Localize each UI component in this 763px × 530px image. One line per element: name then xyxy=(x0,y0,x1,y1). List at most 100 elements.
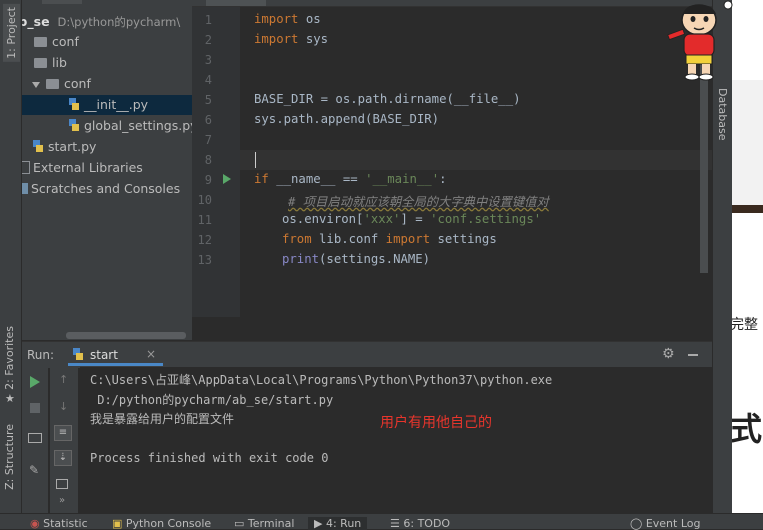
scroll-to-end-icon[interactable]: ⇣ xyxy=(54,450,72,466)
run-toolbar-secondary: ↑ ↓ ≡ ⇣ » xyxy=(50,367,78,513)
cartoon-character-icon xyxy=(667,0,733,81)
root-name: ab_se xyxy=(22,14,50,29)
python-file-icon xyxy=(73,348,83,360)
text-cursor xyxy=(255,152,256,168)
line-number: 12 xyxy=(197,233,212,247)
code-line-5: BASE_DIR = os.path.dirname(__file__) xyxy=(254,92,521,106)
line-number: 4 xyxy=(204,73,212,87)
console-line: C:\Users\占亚峰\AppData\Local\Programs\Pyth… xyxy=(90,373,553,387)
structure-tool-tab[interactable]: Z: Structure xyxy=(3,424,16,490)
horizontal-scrollbar[interactable] xyxy=(66,332,186,339)
chevron-down-icon xyxy=(32,81,40,88)
line-number: 1 xyxy=(204,13,212,27)
close-icon[interactable]: × xyxy=(146,347,156,361)
run-tab-label: 4: Run xyxy=(325,517,362,530)
todo-tab[interactable]: ☰ 6: TODO xyxy=(390,517,450,530)
page-banner xyxy=(732,80,763,210)
line-number: 13 xyxy=(197,253,212,267)
scratch-icon xyxy=(22,183,28,194)
down-arrow-icon[interactable]: ↓ xyxy=(59,400,68,413)
code-line-13: print(settings.NAME) xyxy=(282,252,431,266)
page-heading-fragment: 式 xyxy=(732,410,763,448)
current-line-highlight xyxy=(240,150,712,170)
pin-icon[interactable]: ✎ xyxy=(29,463,39,477)
tree-item-lib[interactable]: lib xyxy=(34,53,192,73)
console-line: 我是暴露给用户的配置文件 xyxy=(90,412,235,426)
line-number: 11 xyxy=(197,213,212,227)
run-label: Run: xyxy=(27,348,55,362)
tab-global-settings-py[interactable] xyxy=(510,0,640,6)
tree-root[interactable]: ab_se D:\python的pycharm\ xyxy=(22,12,180,32)
code-line-10: # 项目启动就应该朝全局的大字典中设置键值对 xyxy=(288,195,549,209)
tree-item-label: External Libraries xyxy=(33,160,143,175)
python-console-tab[interactable]: ▣ Python Console xyxy=(112,517,211,530)
python-file-icon xyxy=(69,98,79,110)
run-gutter-icon[interactable] xyxy=(223,174,231,184)
run-tab-start[interactable]: start × xyxy=(68,344,163,366)
cartoon-sticker xyxy=(666,0,736,84)
tree-item-label: global_settings.py xyxy=(84,118,192,133)
tab-start-py[interactable] xyxy=(206,0,266,6)
code-editor[interactable]: import os import sys BASE_DIR = os.path.… xyxy=(240,7,712,317)
tree-item-init-py[interactable]: __init__.py xyxy=(22,95,192,115)
project-panel: ab_se D:\python的pycharm\ conf lib conf _… xyxy=(22,0,192,340)
line-number: 7 xyxy=(204,133,212,147)
background-webpage: 完整 式 xyxy=(732,0,763,528)
gear-icon[interactable]: ⚙ xyxy=(662,346,675,362)
tree-item-external-libraries[interactable]: External Libraries xyxy=(22,158,190,178)
terminal-tab[interactable]: ▭ Terminal xyxy=(234,517,294,530)
library-icon xyxy=(22,161,30,174)
python-file-icon xyxy=(33,140,43,152)
event-log-label: Event Log xyxy=(645,517,701,530)
tree-item-start-py[interactable]: start.py xyxy=(32,137,192,157)
soft-wrap-icon[interactable]: ≡ xyxy=(54,425,72,441)
folder-icon xyxy=(46,78,59,89)
run-tab[interactable]: ▶ 4: Run xyxy=(308,517,368,530)
editor-tabs-strip xyxy=(192,0,712,7)
tree-item-label: __init__.py xyxy=(84,97,149,112)
statistic-label: Statistic xyxy=(43,517,88,530)
tab-settings-py[interactable] xyxy=(407,0,477,6)
python-file-icon xyxy=(69,119,79,131)
root-path: D:\python的pycharm\ xyxy=(57,15,181,29)
tree-item-label: start.py xyxy=(48,139,97,154)
tree-item-label: Scratches and Consoles xyxy=(31,181,181,196)
tree-item-label: conf xyxy=(64,76,91,91)
panel-header-fragment xyxy=(42,0,82,4)
tree-item-global-settings[interactable]: global_settings.py xyxy=(68,116,192,136)
stop-icon[interactable] xyxy=(30,403,40,413)
more-icon[interactable]: » xyxy=(59,495,65,506)
run-panel-header: Run: start × ⚙ xyxy=(22,341,712,368)
folder-icon xyxy=(34,57,47,68)
database-tool-tab[interactable]: Database xyxy=(716,88,729,141)
line-number: 8 xyxy=(204,153,212,167)
tab-init-py[interactable] xyxy=(312,0,372,6)
code-line-11: os.environ['xxx'] = 'conf.settings' xyxy=(282,212,542,226)
page-text-fragment: 完整 xyxy=(732,317,758,333)
terminal-label: Terminal xyxy=(247,517,295,530)
tree-item-scratches[interactable]: Scratches and Consoles xyxy=(22,179,190,199)
line-number: 5 xyxy=(204,93,212,107)
tree-item-label: conf xyxy=(52,34,79,49)
code-line-2: import sys xyxy=(254,32,329,46)
statistic-tab[interactable]: ◉ Statistic xyxy=(30,517,88,530)
layout-icon[interactable] xyxy=(28,433,42,443)
run-toolbar-primary: ✎ xyxy=(22,367,48,513)
tree-item-label: lib xyxy=(52,55,67,70)
left-tool-strip: 1: Project 2: Favorites ★ Z: Structure xyxy=(0,0,22,528)
code-line-12: from lib.conf import settings xyxy=(282,232,497,246)
tree-item-conf[interactable]: conf xyxy=(34,32,192,52)
code-line-6: sys.path.append(BASE_DIR) xyxy=(254,112,440,126)
line-number: 3 xyxy=(204,53,212,67)
project-tool-tab[interactable]: 1: Project xyxy=(3,4,20,62)
console-output[interactable]: C:\Users\占亚峰\AppData\Local\Programs\Pyth… xyxy=(80,367,712,513)
todo-label: 6: TODO xyxy=(403,517,451,530)
tree-item-lib-conf[interactable]: conf xyxy=(32,74,192,94)
event-log-tab[interactable]: ◯ Event Log xyxy=(630,517,700,530)
favorites-tool-tab[interactable]: 2: Favorites xyxy=(3,326,16,390)
print-icon[interactable] xyxy=(56,479,68,489)
rerun-icon[interactable] xyxy=(30,376,40,388)
up-arrow-icon[interactable]: ↑ xyxy=(59,373,68,386)
minimize-icon[interactable] xyxy=(688,354,698,356)
folder-icon xyxy=(34,36,47,47)
